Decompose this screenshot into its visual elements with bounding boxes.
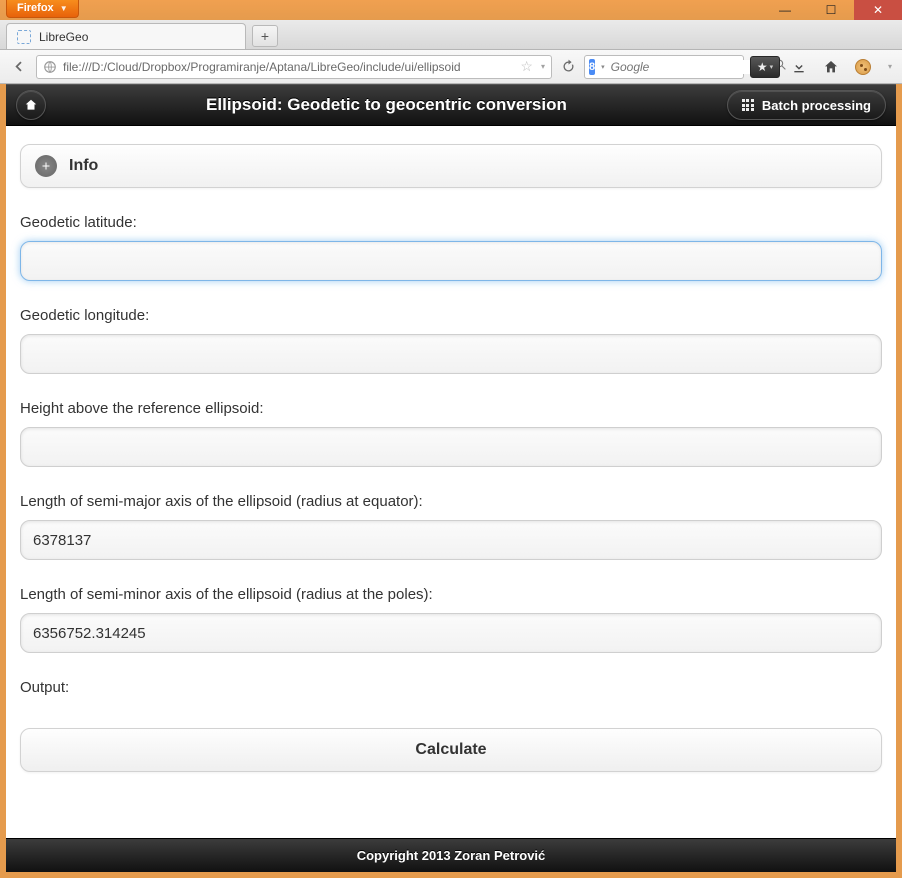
batch-processing-button[interactable]: Batch processing xyxy=(727,90,886,120)
info-collapsible[interactable]: Info xyxy=(20,144,882,188)
close-button[interactable]: ✕ xyxy=(854,0,902,20)
label-semi-minor: Length of semi-minor axis of the ellipso… xyxy=(20,586,882,603)
input-geodetic-longitude[interactable] xyxy=(20,334,882,374)
chevron-down-icon: ▼ xyxy=(60,4,68,13)
bookmarks-menu-button[interactable]: ★▾ xyxy=(750,56,780,78)
back-button[interactable] xyxy=(6,55,30,79)
favicon-icon xyxy=(17,30,31,44)
search-input[interactable] xyxy=(611,60,768,74)
label-geodetic-longitude: Geodetic longitude: xyxy=(20,307,882,324)
firefox-menu-label: Firefox xyxy=(17,2,54,14)
app-header: Ellipsoid: Geodetic to geocentric conver… xyxy=(6,84,896,126)
input-geodetic-latitude[interactable] xyxy=(20,241,882,281)
info-label: Info xyxy=(69,157,98,175)
app-footer: Copyright 2013 Zoran Petrović xyxy=(6,838,896,872)
batch-button-label: Batch processing xyxy=(762,98,871,113)
browser-tab[interactable]: LibreGeo xyxy=(6,23,246,49)
label-height: Height above the reference ellipsoid: xyxy=(20,400,882,417)
url-text: file:///D:/Cloud/Dropbox/Programiranje/A… xyxy=(63,60,514,74)
toolbar-overflow-icon[interactable]: ▾ xyxy=(882,55,896,79)
google-icon: 8 xyxy=(589,59,595,75)
cookie-icon xyxy=(855,59,871,75)
star-icon: ★ xyxy=(757,60,768,74)
label-semi-major: Length of semi-major axis of the ellipso… xyxy=(20,493,882,510)
addon-button[interactable] xyxy=(850,55,876,79)
reload-button[interactable] xyxy=(558,55,578,79)
input-height[interactable] xyxy=(20,427,882,467)
tab-strip: LibreGeo + xyxy=(0,20,902,50)
downloads-button[interactable] xyxy=(786,55,812,79)
url-bar[interactable]: file:///D:/Cloud/Dropbox/Programiranje/A… xyxy=(36,55,552,79)
firefox-menu-button[interactable]: Firefox ▼ xyxy=(6,0,79,18)
page-title: Ellipsoid: Geodetic to geocentric conver… xyxy=(56,95,717,115)
label-output: Output: xyxy=(20,679,882,696)
bookmark-star-icon[interactable]: ☆ xyxy=(520,58,533,75)
chevron-down-icon: ▾ xyxy=(770,63,774,71)
input-semi-major[interactable] xyxy=(20,520,882,560)
globe-icon xyxy=(43,60,57,74)
url-dropdown-icon[interactable]: ▾ xyxy=(541,62,545,71)
maximize-button[interactable]: ☐ xyxy=(808,0,854,20)
home-button[interactable] xyxy=(818,55,844,79)
window-controls: — ☐ ✕ xyxy=(762,0,902,20)
plus-circle-icon xyxy=(35,155,57,177)
input-semi-minor[interactable] xyxy=(20,613,882,653)
new-tab-button[interactable]: + xyxy=(252,25,278,47)
label-geodetic-latitude: Geodetic latitude: xyxy=(20,214,882,231)
content-wrap: Ellipsoid: Geodetic to geocentric conver… xyxy=(0,84,902,878)
search-box[interactable]: 8 ▾ xyxy=(584,55,744,79)
minimize-button[interactable]: — xyxy=(762,0,808,20)
tab-title: LibreGeo xyxy=(39,30,88,44)
grid-icon xyxy=(742,99,754,111)
titlebar: Firefox ▼ — ☐ ✕ xyxy=(0,0,902,20)
window: Firefox ▼ — ☐ ✕ LibreGeo + file:///D:/Cl… xyxy=(0,0,902,878)
viewport: Ellipsoid: Geodetic to geocentric conver… xyxy=(6,84,896,872)
app-home-button[interactable] xyxy=(16,90,46,120)
search-engine-dropdown-icon[interactable]: ▾ xyxy=(601,63,605,71)
calculate-button[interactable]: Calculate xyxy=(20,728,882,772)
page-body: Info Geodetic latitude: Geodetic longitu… xyxy=(6,126,896,838)
navbar: file:///D:/Cloud/Dropbox/Programiranje/A… xyxy=(0,50,902,84)
